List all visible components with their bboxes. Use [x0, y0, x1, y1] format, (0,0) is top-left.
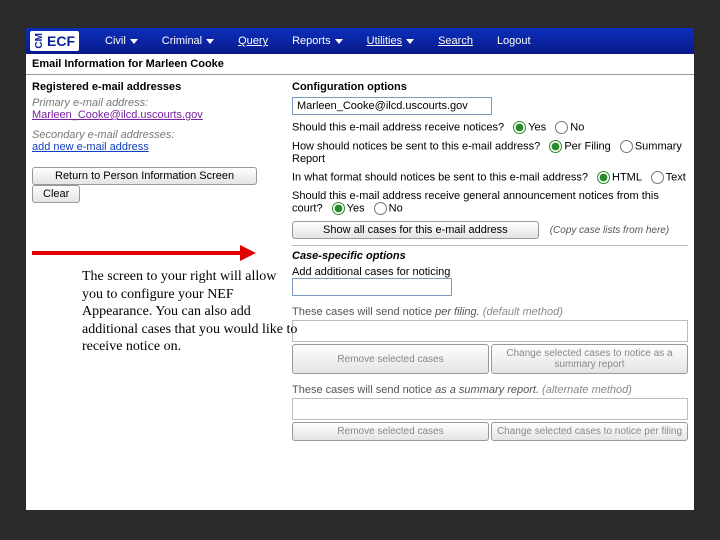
- summary-listbox[interactable]: [292, 398, 688, 420]
- primary-email-label: Primary e-mail address:: [32, 97, 282, 109]
- chevron-down-icon: [406, 39, 414, 44]
- nav-civil[interactable]: Civil: [105, 35, 138, 47]
- notices-no-radio[interactable]: [555, 121, 568, 134]
- nav-utilities[interactable]: Utilities: [367, 35, 414, 47]
- perfiling-radio[interactable]: [549, 140, 562, 153]
- email-input[interactable]: [292, 97, 492, 115]
- nav-criminal[interactable]: Criminal: [162, 35, 214, 47]
- summary-list-label: These cases will send notice as a summar…: [292, 384, 688, 396]
- callout-arrow: [32, 246, 262, 260]
- show-all-cases-button[interactable]: Show all cases for this e-mail address: [292, 221, 539, 239]
- remove-cases-button-1[interactable]: Remove selected cases: [292, 344, 489, 374]
- case-specific-heading: Case-specific options: [292, 245, 688, 262]
- nav-query[interactable]: Query: [238, 35, 268, 47]
- notices-yes-radio[interactable]: [513, 121, 526, 134]
- nav-reports[interactable]: Reports: [292, 35, 343, 47]
- announce-no-radio[interactable]: [374, 202, 387, 215]
- nav-logout[interactable]: Logout: [497, 35, 531, 47]
- add-cases-input[interactable]: [292, 278, 452, 296]
- add-cases-label: Add additional cases for noticing: [292, 266, 688, 278]
- announce-yes-radio[interactable]: [332, 202, 345, 215]
- summary-radio[interactable]: [620, 140, 633, 153]
- change-to-summary-button[interactable]: Change selected cases to notice as a sum…: [491, 344, 688, 374]
- return-button[interactable]: Return to Person Information Screen: [32, 167, 257, 185]
- chevron-down-icon: [206, 39, 214, 44]
- secondary-email-label: Secondary e-mail addresses:: [32, 129, 282, 141]
- app-logo: CMECF: [30, 31, 79, 51]
- perfiling-list-label: These cases will send notice per filing.…: [292, 306, 688, 318]
- how-sent-question: How should notices be sent to this e-mai…: [292, 140, 688, 165]
- copy-hint: (Copy case lists from here): [550, 225, 669, 236]
- page-title: Email Information for Marleen Cooke: [26, 54, 694, 75]
- html-radio[interactable]: [597, 171, 610, 184]
- nav-search[interactable]: Search: [438, 35, 473, 47]
- clear-button[interactable]: Clear: [32, 185, 80, 203]
- top-nav: CMECF Civil Criminal Query Reports Utili…: [26, 28, 694, 54]
- perfiling-listbox[interactable]: [292, 320, 688, 342]
- chevron-down-icon: [130, 39, 138, 44]
- callout-text: The screen to your right will allow you …: [82, 268, 298, 356]
- text-radio[interactable]: [651, 171, 664, 184]
- announcement-question: Should this e-mail address receive gener…: [292, 190, 688, 215]
- registered-heading: Registered e-mail addresses: [32, 81, 282, 93]
- notices-question: Should this e-mail address receive notic…: [292, 121, 688, 134]
- add-secondary-email-link[interactable]: add new e-mail address: [32, 141, 149, 153]
- primary-email-link[interactable]: Marleen_Cooke@ilcd.uscourts.gov: [32, 109, 203, 121]
- chevron-down-icon: [335, 39, 343, 44]
- remove-cases-button-2[interactable]: Remove selected cases: [292, 422, 489, 441]
- format-question: In what format should notices be sent to…: [292, 171, 688, 184]
- change-to-perfiling-button[interactable]: Change selected cases to notice per fili…: [491, 422, 688, 441]
- config-heading: Configuration options: [292, 81, 688, 93]
